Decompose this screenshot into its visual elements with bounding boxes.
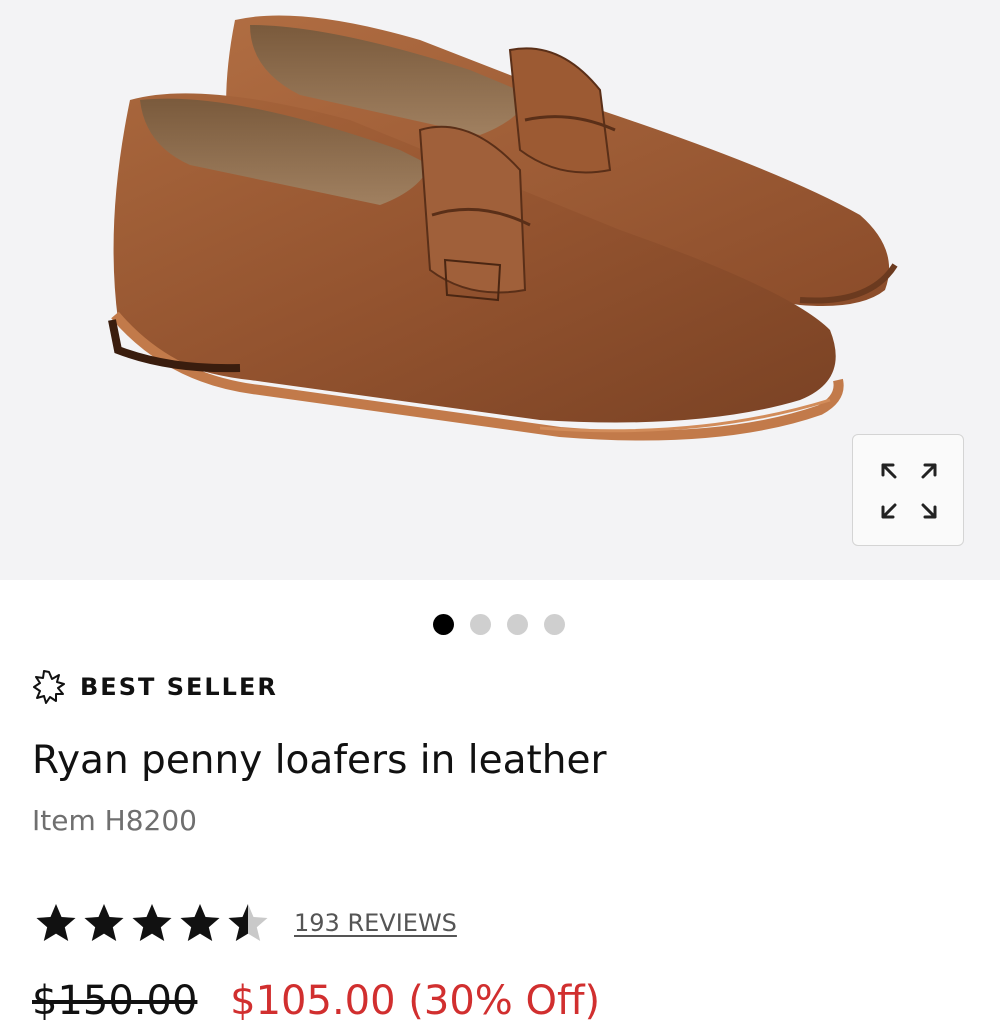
reviews-link[interactable]: 193 REVIEWS [294,909,457,937]
star-icon [132,904,172,941]
expand-icon [881,463,937,519]
product-rating: 193 REVIEWS [34,898,457,948]
carousel-dot-2[interactable] [470,614,491,635]
carousel-dot-1[interactable] [433,614,454,635]
best-seller-label: BEST SELLER [80,673,278,701]
expand-image-button[interactable] [852,434,964,546]
product-title: Ryan penny loafers in leather [32,738,607,783]
original-price: $150.00 [32,978,198,1024]
star-icon [228,904,268,941]
star-icon [180,904,220,941]
product-image-area[interactable] [0,0,1000,580]
rating-stars[interactable] [34,901,270,945]
product-image-loafers[interactable] [0,0,1000,580]
carousel-dot-4[interactable] [544,614,565,635]
carousel-dot-3[interactable] [507,614,528,635]
item-number: Item H8200 [32,804,197,837]
star-icon [84,904,124,941]
price-row: $150.00 $105.00 (30% Off) [32,978,600,1024]
star-icon [36,904,76,941]
sale-price: $105.00 (30% Off) [230,978,601,1024]
image-carousel-dots [433,614,565,635]
best-seller-badge: BEST SELLER [32,670,278,704]
starburst-icon [33,670,65,704]
